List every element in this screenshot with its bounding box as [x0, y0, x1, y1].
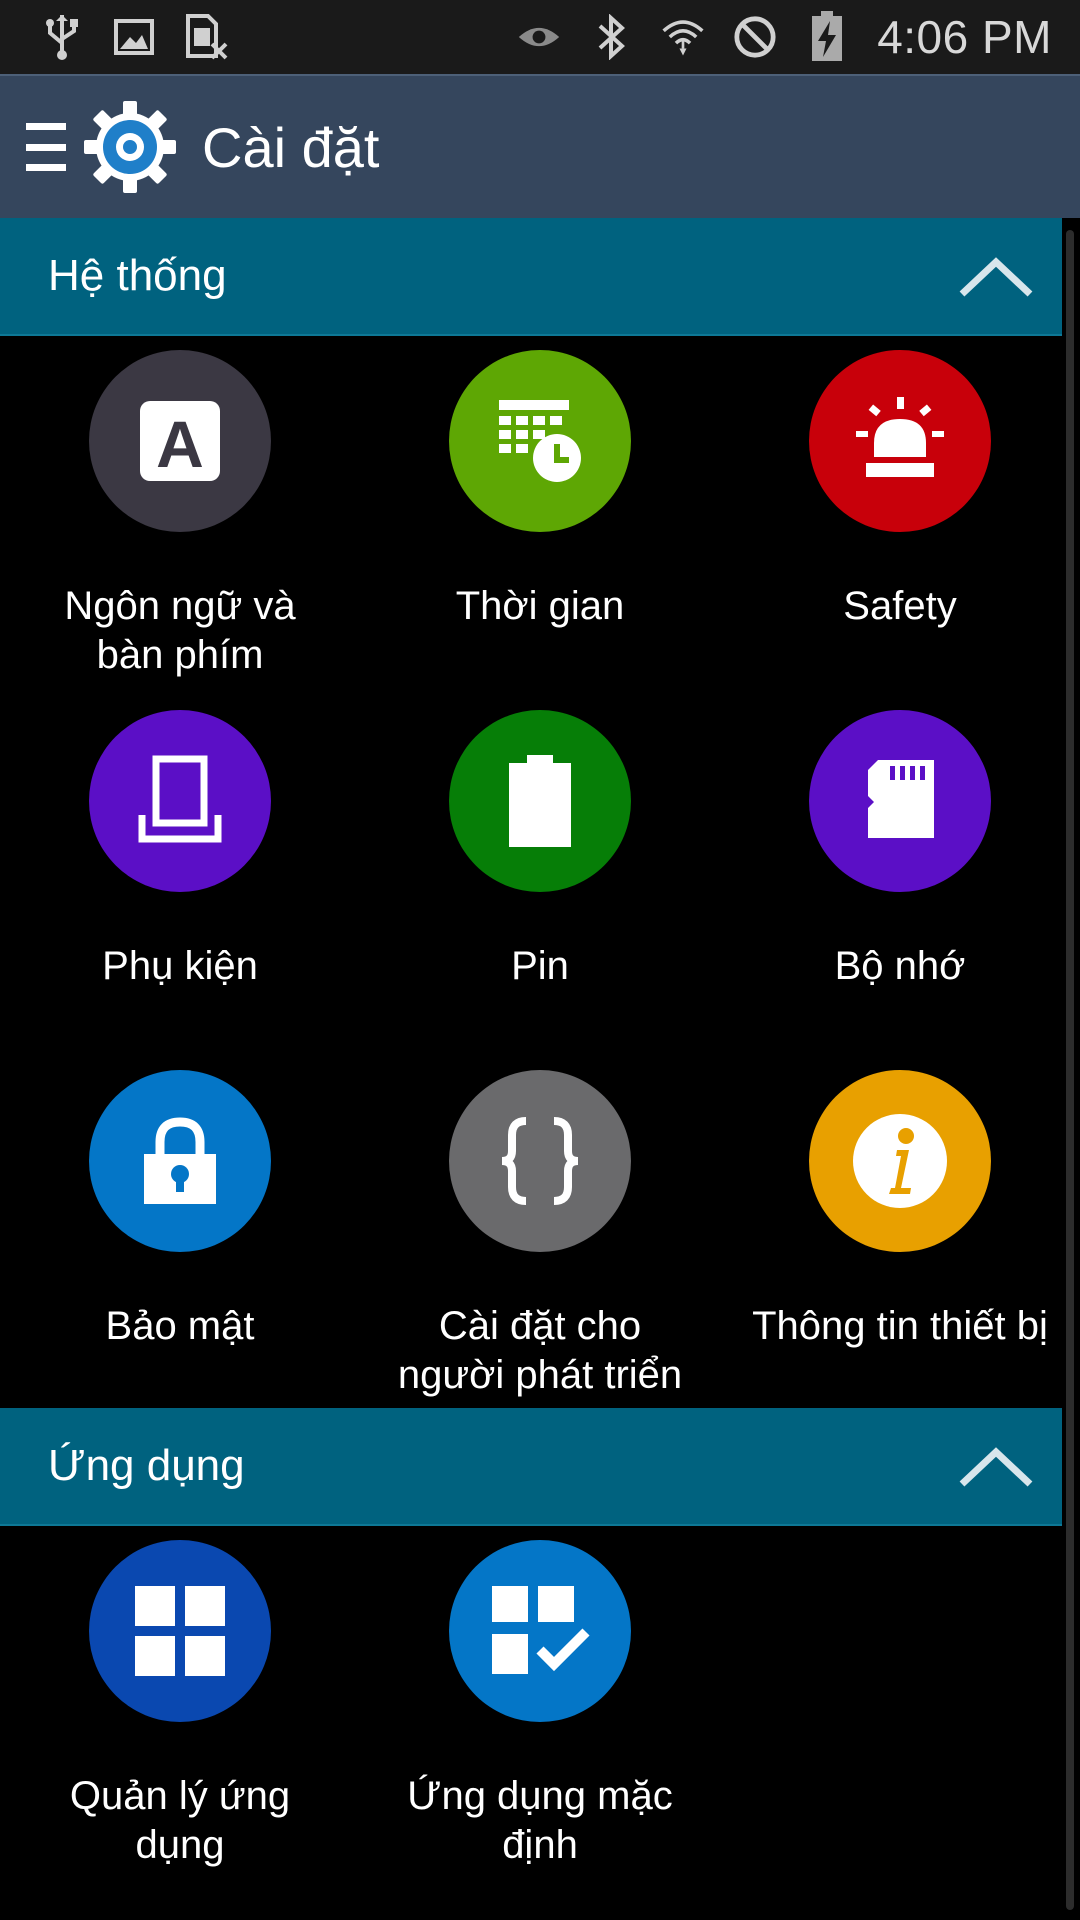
settings-gear-icon[interactable]: [82, 99, 178, 195]
bluetooth-icon: [589, 14, 633, 60]
padlock-icon: [89, 1070, 271, 1252]
setting-label: Safety: [843, 584, 957, 628]
status-bar: 4:06 PM: [0, 0, 1080, 74]
setting-label: Bộ nhớ: [834, 944, 966, 988]
scrollbar[interactable]: [1066, 230, 1074, 1910]
setting-label: Phụ kiện: [102, 944, 258, 988]
setting-default-applications[interactable]: Ứng dụng mặc định: [360, 1540, 720, 1880]
language-keyboard-icon: A: [89, 350, 271, 532]
setting-battery[interactable]: Pin: [360, 710, 720, 1070]
setting-label: Thông tin thiết bị: [752, 1304, 1048, 1348]
setting-label: Bảo mật: [105, 1304, 255, 1348]
setting-label: Cài đặt cho người phát triển: [397, 1304, 683, 1397]
braces-icon: [449, 1070, 631, 1252]
setting-date-time[interactable]: Thời gian: [360, 350, 720, 710]
action-bar: Cài đặt: [0, 74, 1080, 218]
setting-safety[interactable]: Safety: [720, 350, 1062, 710]
clock: 4:06 PM: [877, 11, 1052, 63]
status-right-icons: 4:06 PM: [517, 10, 1052, 64]
chevron-up-icon[interactable]: [958, 1444, 1034, 1488]
battery-charging-icon: [805, 11, 849, 61]
section-title: Ứng dụng: [48, 1441, 245, 1490]
applications-grid: Quản lý ứng dụng Ứng dụng mặc định: [0, 1526, 1062, 1880]
alarm-light-icon: [809, 350, 991, 532]
setting-label: Ngôn ngữ và bàn phím: [64, 584, 296, 677]
battery-icon: [449, 710, 631, 892]
setting-application-manager[interactable]: Quản lý ứng dụng: [0, 1540, 360, 1880]
status-left-icons: [40, 14, 228, 60]
default-apps-check-icon: [449, 1540, 631, 1722]
smart-stay-eye-icon: [517, 15, 561, 59]
page-title: Cài đặt: [202, 115, 380, 179]
svg-text:A: A: [156, 407, 204, 481]
settings-content[interactable]: Hệ thống A Ngôn ngữ và bàn phím Thời gia…: [0, 218, 1062, 1920]
image-icon: [112, 15, 156, 59]
usb-icon: [40, 15, 84, 60]
wifi-icon: [661, 15, 705, 59]
section-title: Hệ thống: [48, 251, 227, 300]
section-header-system[interactable]: Hệ thống: [0, 218, 1062, 336]
sd-card-icon: [809, 710, 991, 892]
setting-label: Pin: [511, 944, 569, 988]
calendar-clock-icon: [449, 350, 631, 532]
setting-storage[interactable]: Bộ nhớ: [720, 710, 1062, 1070]
info-icon: [809, 1070, 991, 1252]
system-grid: A Ngôn ngữ và bàn phím Thời gian Safety …: [0, 336, 1062, 1430]
blocked-icon: [733, 15, 777, 59]
app-grid-icon: [89, 1540, 271, 1722]
setting-accessory[interactable]: Phụ kiện: [0, 710, 360, 1070]
setting-device-info[interactable]: Thông tin thiết bị: [720, 1070, 1062, 1430]
chevron-up-icon[interactable]: [958, 254, 1034, 298]
setting-language-keyboard[interactable]: A Ngôn ngữ và bàn phím: [0, 350, 360, 710]
setting-label: Ứng dụng mặc định: [407, 1774, 673, 1867]
menu-icon[interactable]: [26, 117, 66, 177]
sim-disabled-icon: [184, 14, 228, 60]
setting-security[interactable]: Bảo mật: [0, 1070, 360, 1430]
setting-label: Quản lý ứng dụng: [69, 1774, 291, 1867]
setting-developer-options[interactable]: Cài đặt cho người phát triển: [360, 1070, 720, 1430]
setting-label: Thời gian: [455, 584, 625, 628]
accessory-icon: [89, 710, 271, 892]
